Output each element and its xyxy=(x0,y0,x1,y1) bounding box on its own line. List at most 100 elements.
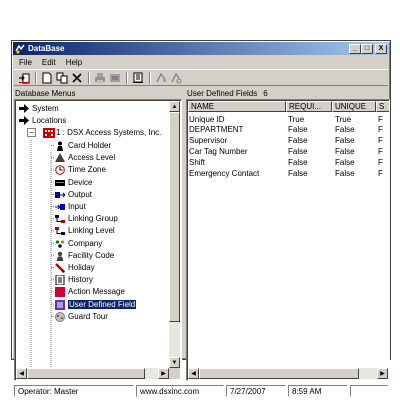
table-row-name-cell[interactable]: DEPARTMENT xyxy=(189,125,243,135)
scroll-right-button[interactable]: ▶ xyxy=(377,368,388,379)
arrow-right-icon xyxy=(19,104,29,113)
tree-item-facility-code[interactable]: Facility Code xyxy=(55,250,114,261)
title-bar[interactable]: DataBase _ □ X xyxy=(13,42,389,55)
table-cell: False xyxy=(335,125,355,135)
tree-item-card-holder[interactable]: Card Holder xyxy=(55,140,111,151)
right-pane-title: User Defined Fields xyxy=(187,89,258,98)
table-cell: F xyxy=(378,168,383,178)
input-icon xyxy=(55,202,65,211)
tree-item-system[interactable]: System xyxy=(19,103,59,114)
tree-item-label: Guard Tour xyxy=(68,311,108,321)
tree-item-access-level[interactable]: Access Level xyxy=(55,152,115,163)
table-row-name-cell[interactable]: Car Tag Number xyxy=(189,146,248,156)
menu-file[interactable]: File xyxy=(14,58,37,67)
window-title: DataBase xyxy=(28,44,65,53)
tree-item-location-1[interactable]: − 1 : DSX Access Systems, Inc. xyxy=(27,127,161,138)
close-button[interactable]: X xyxy=(375,43,387,54)
tree-item-label: Time Zone xyxy=(68,165,106,175)
action-message-icon xyxy=(55,287,65,298)
table-cell: False xyxy=(335,136,355,146)
table-cell: False xyxy=(335,146,355,156)
table-cell: F xyxy=(378,114,383,124)
tree-item-action-message[interactable]: Action Message xyxy=(55,286,125,298)
scroll-up-button[interactable]: ▲ xyxy=(169,101,180,112)
maximize-button[interactable]: □ xyxy=(361,43,373,54)
holiday-icon xyxy=(55,263,65,273)
column-header-unique[interactable]: UNIQUE xyxy=(332,101,376,112)
tree-item-guard-tour[interactable]: Guard Tour xyxy=(55,311,108,322)
tree-horizontal-scrollbar[interactable]: ◀ ▶ xyxy=(16,368,169,379)
column-header-s[interactable]: S xyxy=(376,101,389,112)
table-cell: True xyxy=(335,114,352,124)
tree-item-time-zone[interactable]: Time Zone xyxy=(55,164,106,176)
database-window: DataBase _ □ X File Edit Help Database M… xyxy=(11,40,391,397)
print-icon[interactable] xyxy=(93,71,107,84)
column-header-name[interactable]: NAME xyxy=(188,101,286,112)
tree-item-user-defined-field[interactable]: User Defined Field xyxy=(55,298,138,310)
tree-item-device[interactable]: Device xyxy=(55,177,92,188)
right-pane-header: User Defined Fields 6 xyxy=(187,88,268,99)
print-preview-icon[interactable] xyxy=(108,71,122,84)
tree-item-label: Input xyxy=(68,202,86,211)
status-bar: Operator: Master www.dsxinc.com 7/27/200… xyxy=(14,384,388,398)
scroll-down-button[interactable]: ▼ xyxy=(169,357,180,368)
table-cell: False xyxy=(335,157,355,167)
scroll-thumb[interactable] xyxy=(169,112,180,322)
left-pane-header: Database Menus xyxy=(15,89,76,98)
table-row-name-cell[interactable]: Unique ID xyxy=(189,114,225,124)
location-icon xyxy=(43,128,55,138)
collapse-icon[interactable]: − xyxy=(27,128,36,137)
new-icon[interactable] xyxy=(40,71,54,84)
fields-table[interactable]: NAME REQUI... UNIQUE S Unique ID True True… xyxy=(186,99,390,381)
table-row-name-cell[interactable]: Emergency Contact xyxy=(189,168,259,178)
time-zone-icon xyxy=(55,165,65,176)
table-cell: F xyxy=(378,125,383,135)
table-cell: F xyxy=(378,146,383,156)
access-level-icon xyxy=(55,153,65,163)
guard-tour-icon xyxy=(55,311,65,322)
column-header-required[interactable]: REQUI... xyxy=(286,101,332,112)
card-holder-icon xyxy=(55,141,65,151)
filter-icon[interactable] xyxy=(154,71,168,84)
scroll-thumb[interactable] xyxy=(27,368,145,379)
tree-item-input[interactable]: Input xyxy=(55,201,86,212)
database-tree[interactable]: System Locations − 1 : DSX Access System… xyxy=(14,99,182,381)
table-cell: F xyxy=(378,136,383,146)
tree-item-holiday[interactable]: Holiday xyxy=(55,262,95,273)
tree-item-label: Access Level xyxy=(68,153,116,163)
scroll-right-button[interactable]: ▶ xyxy=(158,368,169,379)
copy-icon[interactable] xyxy=(55,71,69,84)
tree-item-linking-group[interactable]: Linking Group xyxy=(55,213,118,224)
tree-item-label: Facility Code xyxy=(68,250,115,260)
table-horizontal-scrollbar[interactable]: ◀ ▶ xyxy=(188,368,388,379)
tree-vertical-scrollbar[interactable]: ▲ ▼ xyxy=(169,101,180,368)
history-icon xyxy=(55,274,65,286)
scroll-left-button[interactable]: ◀ xyxy=(16,368,27,379)
tree-item-company[interactable]: Company xyxy=(55,238,102,249)
tree-item-label: Linking Level xyxy=(68,226,115,236)
tree-item-history[interactable]: History xyxy=(55,274,93,286)
tree-label-location: 1 : DSX Access Systems, Inc. xyxy=(56,128,162,137)
tree-item-linking-level[interactable]: Linking Level xyxy=(55,225,115,236)
table-cell: False xyxy=(288,125,308,135)
tree-item-label: Action Message xyxy=(68,287,125,297)
tree-label-system: System xyxy=(32,104,59,113)
tree-item-output[interactable]: Output xyxy=(55,189,92,200)
exit-icon[interactable] xyxy=(17,71,31,84)
menu-help[interactable]: Help xyxy=(61,58,87,67)
scroll-thumb[interactable] xyxy=(199,368,359,379)
company-icon xyxy=(55,239,65,248)
delete-icon[interactable] xyxy=(70,71,84,84)
menu-edit[interactable]: Edit xyxy=(37,58,61,67)
table-row-name-cell[interactable]: Supervisor xyxy=(189,136,227,146)
tree-item-label: History xyxy=(68,275,93,285)
table-row-name-cell[interactable]: Shift xyxy=(189,157,205,167)
scroll-left-button[interactable]: ◀ xyxy=(188,368,199,379)
status-time: 8:59 AM xyxy=(288,385,348,397)
tree-item-label: Device xyxy=(68,177,93,187)
minimize-button[interactable]: _ xyxy=(349,43,361,54)
report-icon[interactable] xyxy=(131,71,145,84)
table-cell: False xyxy=(288,157,308,167)
find-icon[interactable] xyxy=(169,71,183,84)
tree-item-locations[interactable]: Locations xyxy=(19,115,66,126)
